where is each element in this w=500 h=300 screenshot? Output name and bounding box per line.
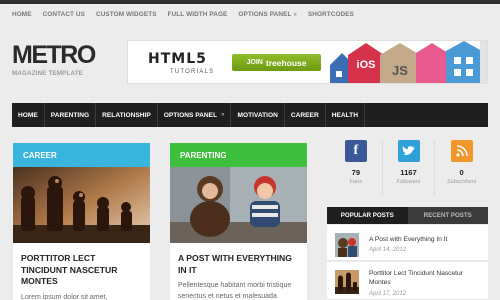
post-excerpt: Lorem ipsum dolor sit amet, consectetuer… [21, 293, 108, 300]
rss-icon[interactable] [450, 140, 473, 162]
twitter-label: Followers [396, 179, 421, 185]
top-nav-custom-widgets[interactable]: CUSTOM WIDGETS [96, 11, 157, 18]
banner-tiles-illustration: iOS JS [328, 41, 487, 83]
join-treehouse-button[interactable]: JOIN treehouse [232, 54, 321, 71]
main-nav-home[interactable]: HOME [12, 103, 45, 127]
post-title[interactable]: PORTTITOR LECT TINCIDUNT NASCETUR MONTES [21, 253, 142, 288]
popular-post-date: April 14, 2012 [369, 247, 407, 253]
tab-recent-posts[interactable]: RECENT POSTS [407, 207, 488, 224]
post-thumbnail[interactable] [335, 233, 359, 257]
banner-tutorials-text: TUTORIALS [170, 69, 215, 75]
top-nav: HOME CONTACT US CUSTOM WIDGETS FULL WIDT… [12, 8, 365, 20]
post-title[interactable]: A POST WITH EVERYTHING IN IT [178, 253, 299, 276]
post-thumbnail[interactable] [335, 270, 359, 294]
facebook-count: 79 [351, 168, 361, 177]
dropdown-arrow-icon: » [221, 112, 225, 118]
category-label[interactable]: PARENTING [170, 143, 307, 167]
category-label[interactable]: CAREER [13, 143, 150, 167]
js-tile-label: JS [392, 63, 408, 78]
site-tagline: MAGAZINE TEMPLATE [12, 70, 83, 77]
post-card-parenting: PARENTING A POST WITH EVERYTHING IN IT P… [170, 143, 307, 300]
facebook-counter[interactable]: f 79 Fans [330, 140, 383, 196]
banner-html5-text: HTML5 [148, 51, 207, 67]
main-nav-career[interactable]: CAREER [285, 103, 326, 127]
top-nav-options-label: OPTIONS PANEL [238, 10, 292, 18]
top-nav-contact-us[interactable]: CONTACT US [43, 11, 85, 18]
main-nav-options-label: OPTIONS PANEL [163, 111, 218, 119]
twitter-icon[interactable] [397, 140, 420, 162]
main-nav: HOME PARENTING RELATIONSHIP OPTIONS PANE… [12, 103, 488, 127]
ios-tile-label: iOS [357, 59, 376, 71]
facebook-label: Fans [349, 179, 363, 185]
post-card-career: CAREER PORTTITOR LECT TINCIDUNT NASCETUR… [13, 143, 150, 300]
twitter-counter[interactable]: 1167 Followers [383, 140, 436, 196]
join-prefix: JOIN [246, 59, 263, 66]
main-nav-motivation[interactable]: MOTIVATION [231, 103, 285, 127]
popular-post-date: April 17, 2012 [369, 291, 407, 297]
top-nav-full-width-page[interactable]: FULL WIDTH PAGE [168, 11, 228, 18]
rss-counter[interactable]: 0 Subscribers [435, 140, 488, 196]
chess-pieces-image[interactable] [13, 167, 150, 243]
top-nav-home[interactable]: HOME [12, 11, 32, 18]
sidebar-tabs: POPULAR POSTS RECENT POSTS [327, 207, 488, 224]
top-nav-options-panel[interactable]: OPTIONS PANEL» [238, 11, 296, 18]
twitter-count: 1167 [400, 168, 417, 177]
main-nav-health[interactable]: HEALTH [326, 103, 365, 127]
join-brand: treehouse [265, 57, 307, 68]
top-accent-bar [0, 0, 500, 4]
children-photo-image[interactable] [170, 167, 307, 243]
rss-count: 0 [459, 168, 464, 177]
popular-post-title[interactable]: Porttitor Lect Tincidunt Nascetur Montes [369, 269, 485, 287]
site-logo[interactable]: METRO [12, 43, 96, 68]
social-counters: f 79 Fans 1167 Followers 0 Subscribers [330, 140, 488, 196]
facebook-icon[interactable]: f [344, 140, 367, 162]
top-nav-shortcodes[interactable]: SHORTCODES [308, 11, 354, 18]
dropdown-arrow-icon: » [293, 11, 297, 18]
main-nav-relationship[interactable]: RELATIONSHIP [96, 103, 158, 127]
popular-post-item[interactable]: A Post with Everything In It April 14, 2… [327, 225, 488, 261]
main-nav-parenting[interactable]: PARENTING [45, 103, 97, 127]
popular-post-item[interactable]: Porttitor Lect Tincidunt Nascetur Montes… [327, 262, 488, 300]
main-nav-options-panel[interactable]: OPTIONS PANEL» [158, 103, 232, 127]
tab-popular-posts[interactable]: POPULAR POSTS [327, 207, 408, 224]
popular-post-title[interactable]: A Post with Everything In It [369, 235, 485, 244]
rss-label: Subscribers [446, 179, 477, 185]
post-excerpt: Pellentesque habitant morbi tristique se… [178, 282, 292, 300]
ad-banner[interactable]: HTML5 TUTORIALS JOIN treehouse iOS JS [127, 40, 488, 84]
